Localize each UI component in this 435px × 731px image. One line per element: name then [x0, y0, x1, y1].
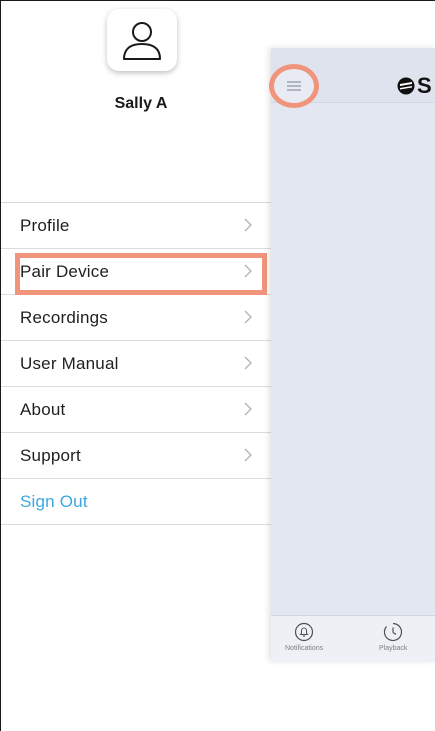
tab-playback[interactable]: Playback — [379, 622, 407, 652]
brand-logo: S — [397, 73, 432, 99]
chevron-right-icon — [244, 402, 252, 416]
menu-item-support[interactable]: Support — [1, 433, 271, 479]
avatar[interactable] — [107, 9, 177, 71]
menu-item-label: User Manual — [20, 353, 119, 373]
menu-item-pair-device[interactable]: Pair Device — [1, 249, 271, 295]
menu-item-user-manual[interactable]: User Manual — [1, 341, 271, 387]
chevron-right-icon — [244, 310, 252, 324]
menu-item-label: Recordings — [20, 307, 108, 327]
clock-icon — [384, 622, 403, 642]
menu-item-about[interactable]: About — [1, 387, 271, 433]
menu-item-recordings[interactable]: Recordings — [1, 295, 271, 341]
tab-label: Notifications — [285, 645, 324, 652]
tab-label: Playback — [379, 645, 408, 652]
menu-item-label: Pair Device — [20, 261, 110, 281]
user-outline-icon — [123, 22, 161, 60]
brand-logo-icon — [397, 77, 415, 95]
tab-notifications[interactable]: Notifications — [285, 622, 323, 652]
menu-item-label: Profile — [20, 215, 70, 235]
menu-item-profile[interactable]: Profile — [1, 203, 271, 249]
chevron-right-icon — [244, 356, 252, 370]
chevron-right-icon — [244, 448, 252, 462]
user-name: Sally A — [114, 95, 168, 112]
side-menu-screen: Sally A Profile Pair Device Recordings U… — [0, 0, 435, 731]
sign-out-button[interactable]: Sign Out — [1, 479, 271, 525]
bell-icon — [294, 622, 314, 642]
sign-out-label: Sign Out — [20, 491, 88, 511]
app-tab-bar: Notifications Playback — [271, 615, 435, 662]
chevron-right-icon — [244, 264, 252, 278]
menu-item-label: Support — [20, 445, 81, 465]
brand-letter: S — [417, 73, 432, 98]
hamburger-highlight[interactable] — [269, 64, 319, 108]
menu-item-label: About — [20, 399, 66, 419]
app-preview-panel — [271, 48, 435, 661]
side-menu: Profile Pair Device Recordings User Manu… — [1, 202, 271, 525]
hamburger-icon — [287, 81, 301, 91]
chevron-right-icon — [244, 218, 252, 232]
